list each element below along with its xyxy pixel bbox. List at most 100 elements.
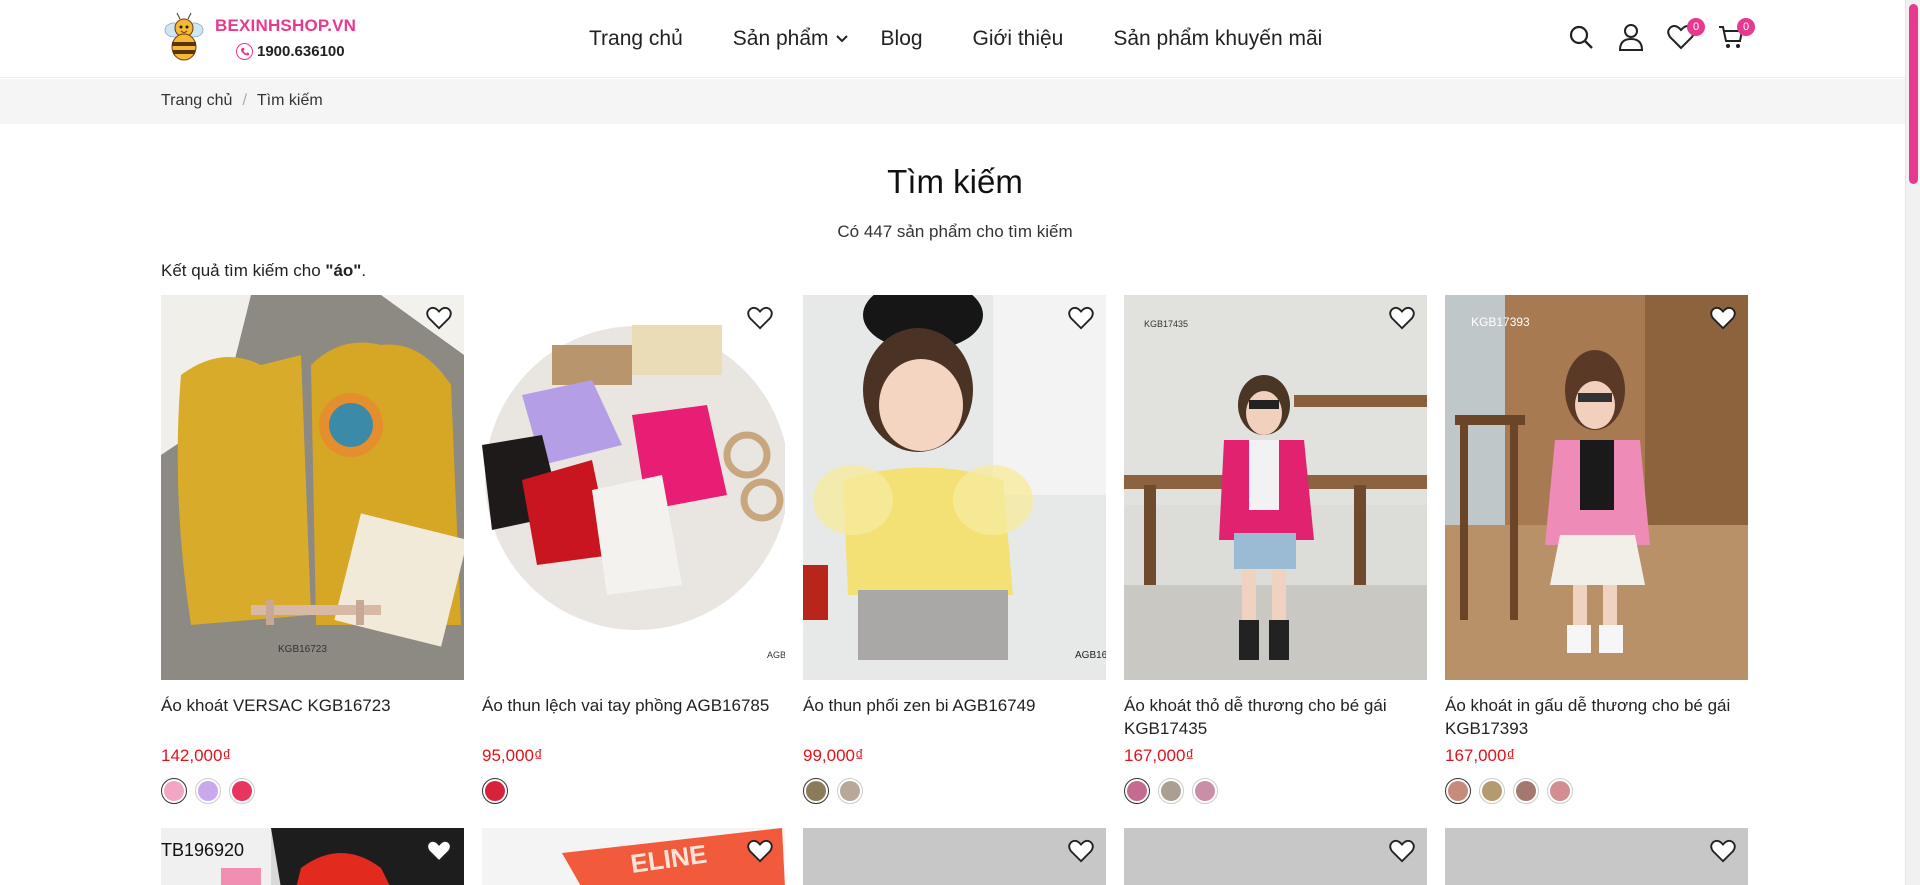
nav-products-label: Sản phẩm [732,27,829,50]
heart-icon [1389,306,1415,330]
add-to-wishlist-button[interactable] [1066,303,1096,333]
color-swatch[interactable] [482,778,508,804]
product-image[interactable]: ELINE [482,828,785,885]
add-to-wishlist-button[interactable] [745,303,775,333]
color-swatch[interactable] [1192,778,1218,804]
heart-icon [426,306,452,330]
product-price: 167,000₫ [1445,746,1516,765]
add-to-wishlist-button[interactable] [1066,836,1096,866]
product-price: 167,000₫ [1124,746,1195,765]
color-swatch[interactable] [1513,778,1539,804]
color-swatches [1124,778,1427,804]
heart-icon [1068,306,1094,330]
page-scrollbar[interactable] [1905,0,1920,885]
product-image-placeholder[interactable] [803,828,1106,885]
product-card[interactable]: AGB1 Áo thun lệch vai tay phồng AGB16785… [482,295,785,804]
wishlist-button[interactable]: 0 [1667,18,1705,52]
hotline[interactable]: 1900.636100 [236,43,345,60]
add-to-wishlist-button[interactable] [1708,836,1738,866]
product-photo [1445,295,1748,680]
product-name[interactable]: Áo khoát thỏ dễ thương cho bé gái KGB174… [1124,694,1427,740]
nav-promotions[interactable]: Sản phẩm khuyến mãi [1113,27,1322,51]
product-photo [803,295,1106,680]
nav-products[interactable]: Sản phẩm [733,27,849,51]
product-image[interactable]: TB196920 [161,828,464,885]
product-image-placeholder[interactable] [1124,828,1427,885]
main-nav: Trang chủ Sản phẩm Blog Giới thiệu Sản p… [589,24,1372,54]
search-query: "áo" [325,261,362,280]
site-header: BEXINHSHOP.VN 1900.636100 Trang chủ Sản … [0,0,1905,78]
product-image-code: TB196920 [161,840,245,860]
add-to-wishlist-button[interactable] [424,303,454,333]
product-image-code: AGB16 [1075,650,1106,661]
bee-mascot-icon [164,12,204,61]
color-swatch[interactable] [1158,778,1184,804]
add-to-wishlist-button[interactable] [1387,303,1417,333]
product-image[interactable]: KGB16723 [161,295,464,680]
product-photo: ELINE [482,828,785,885]
search-button[interactable] [1567,22,1595,52]
heart-icon [1389,839,1415,863]
color-swatch[interactable] [1445,778,1471,804]
product-card[interactable]: ELINE [482,828,785,885]
product-image-placeholder[interactable] [1445,828,1748,885]
breadcrumb-separator: / [242,92,247,109]
product-card[interactable] [803,828,1106,885]
product-image[interactable]: KGB17393 [1445,295,1748,680]
color-swatch[interactable] [1547,778,1573,804]
color-swatch[interactable] [195,778,221,804]
nav-blog[interactable]: Blog [881,27,923,51]
heart-icon [1710,839,1736,863]
breadcrumb-home[interactable]: Trang chủ [161,92,232,110]
product-image[interactable]: AGB1 [482,295,785,680]
add-to-wishlist-button[interactable] [1387,836,1417,866]
product-name[interactable]: Áo thun phối zen bi AGB16749 [803,694,1106,740]
search-query-label: Kết quả tìm kiếm cho "áo". [161,261,366,281]
account-button[interactable] [1617,22,1645,52]
product-image[interactable]: AGB16 [803,295,1106,680]
product-image-code: AGB1 [767,650,785,660]
product-name[interactable]: Áo khoát in gấu dễ thương cho bé gái KGB… [1445,694,1748,740]
product-card[interactable] [1124,828,1427,885]
product-photo [482,295,785,680]
cart-button[interactable]: 0 [1717,18,1755,52]
page-title: Tìm kiếm [887,163,1023,200]
result-for-suffix: . [361,261,367,280]
product-card[interactable] [1445,828,1748,885]
product-card[interactable]: KGB17435 Áo khoát thỏ dễ thương cho bé g… [1124,295,1427,804]
color-swatch[interactable] [837,778,863,804]
breadcrumb: Trang chủ / Tìm kiếm [161,92,323,110]
color-swatch[interactable] [229,778,255,804]
heart-icon [1710,306,1736,330]
breadcrumb-current: Tìm kiếm [256,92,323,109]
product-price: 99,000₫ [803,746,864,765]
result-for-prefix: Kết quả tìm kiếm cho [161,261,326,280]
add-to-wishlist-button[interactable] [745,836,775,866]
heart-icon [747,306,773,330]
site-logo[interactable]: BEXINHSHOP.VN 1900.636100 [160,10,360,68]
product-card[interactable]: KGB17393 Áo khoát in gấu dễ thương cho b… [1445,295,1748,804]
add-to-wishlist-button[interactable] [424,836,454,866]
product-name[interactable]: Áo thun lệch vai tay phồng AGB16785 [482,694,785,740]
nav-home[interactable]: Trang chủ [589,27,683,51]
product-card[interactable]: AGB16 Áo thun phối zen bi AGB16749 99,00… [803,295,1106,804]
phone-number: 1900.636100 [257,43,345,60]
color-swatch[interactable] [161,778,187,804]
user-icon [1618,24,1644,51]
color-swatches [161,778,464,804]
color-swatch[interactable] [1479,778,1505,804]
nav-about[interactable]: Giới thiệu [973,27,1064,51]
header-actions: 0 0 [1567,18,1755,52]
product-card[interactable]: TB196920 [161,828,464,885]
product-name[interactable]: Áo khoát VERSAC KGB16723 [161,694,464,740]
product-card[interactable]: KGB16723 Áo khoát VERSAC KGB16723 142,00… [161,295,464,804]
color-swatch[interactable] [803,778,829,804]
brand-name: BEXINHSHOP.VN [215,16,357,35]
color-swatch[interactable] [1124,778,1150,804]
product-image[interactable]: KGB17435 [1124,295,1427,680]
add-to-wishlist-button[interactable] [1708,303,1738,333]
product-image-code: KGB17435 [1144,319,1189,329]
result-count: Có 447 sản phẩm cho tìm kiếm [837,222,1073,241]
color-swatches [1445,778,1748,804]
scrollbar-thumb[interactable] [1909,4,1918,184]
